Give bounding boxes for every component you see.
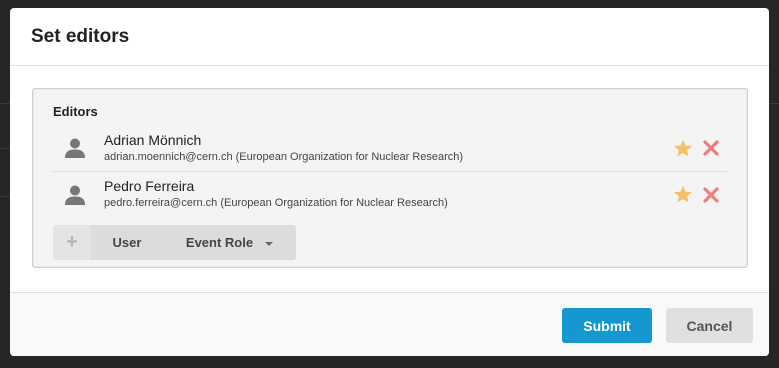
add-user-button[interactable]: User — [91, 225, 163, 260]
dialog-title: Set editors — [31, 25, 130, 47]
caret-down-icon — [265, 241, 274, 246]
submit-button[interactable]: Submit — [562, 308, 652, 343]
set-editors-dialog: Set editors Editors Adrian Mönnich adria… — [10, 8, 769, 356]
editor-name: Adrian Mönnich — [104, 131, 202, 148]
editor-email: pedro.ferreira@cern.ch (European Organiz… — [104, 197, 448, 209]
star-icon[interactable] — [673, 185, 693, 205]
editor-row: Pedro Ferreira pedro.ferreira@cern.ch (E… — [53, 171, 727, 217]
remove-icon[interactable] — [701, 185, 721, 205]
add-icon[interactable]: + — [53, 225, 91, 260]
event-role-label: Event Role — [185, 235, 254, 250]
editor-name: Pedro Ferreira — [104, 178, 195, 194]
person-icon — [61, 181, 89, 209]
add-editor-controls: + User Event Role — [53, 225, 296, 260]
editor-row: Adrian Mönnich adrian.moennich@cern.ch (… — [53, 125, 727, 171]
cancel-button[interactable]: Cancel — [666, 308, 753, 343]
dialog-footer: Submit Cancel — [10, 292, 769, 356]
editor-email: adrian.moennich@cern.ch (European Organi… — [104, 150, 464, 163]
person-icon — [61, 134, 89, 162]
event-role-dropdown[interactable]: Event Role — [163, 225, 296, 260]
dialog-body: Editors Adrian Mönnich adrian.moennich@c… — [10, 66, 769, 292]
remove-icon[interactable] — [701, 138, 721, 158]
dialog-header: Set editors — [10, 8, 769, 66]
editors-field: Editors Adrian Mönnich adrian.moennich@c… — [32, 88, 748, 268]
star-icon[interactable] — [673, 138, 693, 158]
editors-label: Editors — [53, 104, 98, 119]
